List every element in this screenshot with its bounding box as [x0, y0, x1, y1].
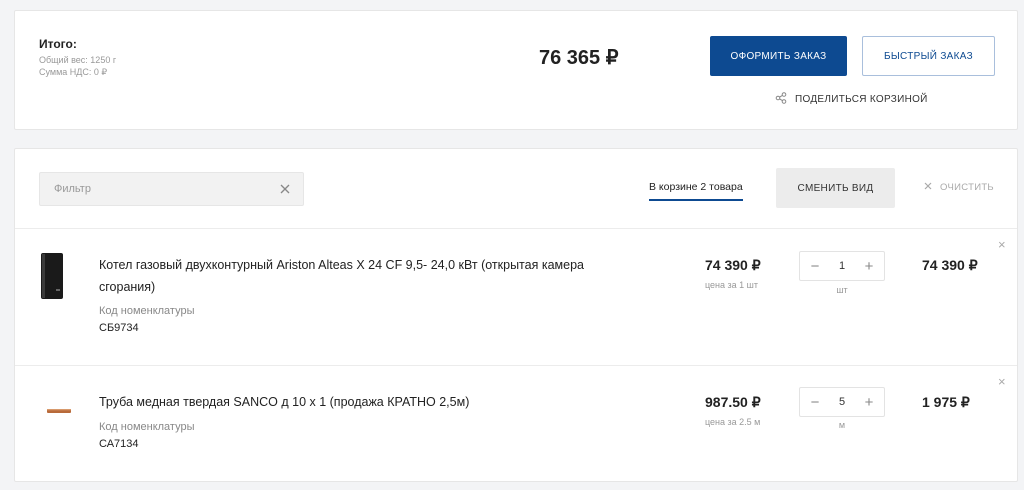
unit-price: 74 390 ₽ — [705, 257, 761, 273]
clear-cart-button[interactable]: ОЧИСТИТЬ — [924, 182, 994, 193]
quantity-value[interactable]: 1 — [839, 260, 845, 272]
quantity-stepper: − 5 + — [799, 387, 885, 417]
change-view-button[interactable]: СМЕНИТЬ ВИД — [776, 168, 895, 208]
remove-item-button[interactable]: × — [998, 237, 1006, 252]
increase-button[interactable]: + — [862, 395, 876, 410]
sku-value: СБ9734 — [99, 322, 139, 334]
unit-price: 987.50 ₽ — [705, 394, 761, 410]
cart-item: Труба медная твердая SANCO д 10 х 1 (про… — [15, 365, 1017, 482]
sku-label: Код номенклатуры — [99, 305, 195, 317]
cart-card: В корзине 2 товара СМЕНИТЬ ВИД ОЧИСТИТЬ … — [14, 148, 1018, 482]
cart-count-tab[interactable]: В корзине 2 товара — [649, 181, 743, 201]
quantity-unit: шт — [836, 285, 848, 295]
quantity-stepper: − 1 + — [799, 251, 885, 281]
line-total: 74 390 ₽ — [922, 257, 978, 273]
share-cart-link[interactable]: ПОДЕЛИТЬСЯ КОРЗИНОЙ — [775, 92, 928, 107]
order-summary-card: Итого: Общий вес: 1250 г Сумма НДС: 0 ₽ … — [14, 10, 1018, 130]
quick-order-button[interactable]: БЫСТРЫЙ ЗАКАЗ — [862, 36, 995, 76]
decrease-button[interactable]: − — [808, 259, 822, 274]
sku-label: Код номенклатуры — [99, 421, 195, 433]
cart-item: Котел газовый двухконтурный Ariston Alte… — [15, 228, 1017, 365]
filter-field — [39, 172, 304, 206]
vat-amount: Сумма НДС: 0 ₽ — [39, 67, 108, 77]
clear-filter-icon[interactable] — [279, 182, 291, 194]
copper-pipe-image[interactable] — [47, 401, 71, 419]
summary-title: Итого: — [39, 37, 77, 51]
share-icon — [775, 92, 787, 107]
clear-cart-label: ОЧИСТИТЬ — [940, 182, 994, 193]
remove-item-button[interactable]: × — [998, 374, 1006, 389]
share-cart-label: ПОДЕЛИТЬСЯ КОРЗИНОЙ — [795, 94, 928, 105]
quantity-value[interactable]: 5 — [839, 396, 845, 408]
product-name[interactable]: Котел газовый двухконтурный Ariston Alte… — [99, 254, 619, 298]
sku-value: СА7134 — [99, 438, 139, 450]
line-total: 1 975 ₽ — [922, 394, 970, 410]
decrease-button[interactable]: − — [808, 395, 822, 410]
filter-input[interactable] — [40, 173, 270, 205]
order-total: 76 365 ₽ — [539, 47, 619, 69]
close-icon — [924, 182, 932, 193]
quantity-unit: м — [838, 420, 846, 430]
total-weight: Общий вес: 1250 г — [39, 55, 117, 65]
product-name[interactable]: Труба медная твердая SANCO д 10 х 1 (про… — [99, 391, 619, 413]
increase-button[interactable]: + — [862, 259, 876, 274]
unit-price-label: цена за 2.5 м — [705, 417, 761, 427]
checkout-button[interactable]: ОФОРМИТЬ ЗАКАЗ — [710, 36, 847, 76]
boiler-image[interactable] — [39, 253, 65, 306]
unit-price-label: цена за 1 шт — [705, 280, 759, 290]
